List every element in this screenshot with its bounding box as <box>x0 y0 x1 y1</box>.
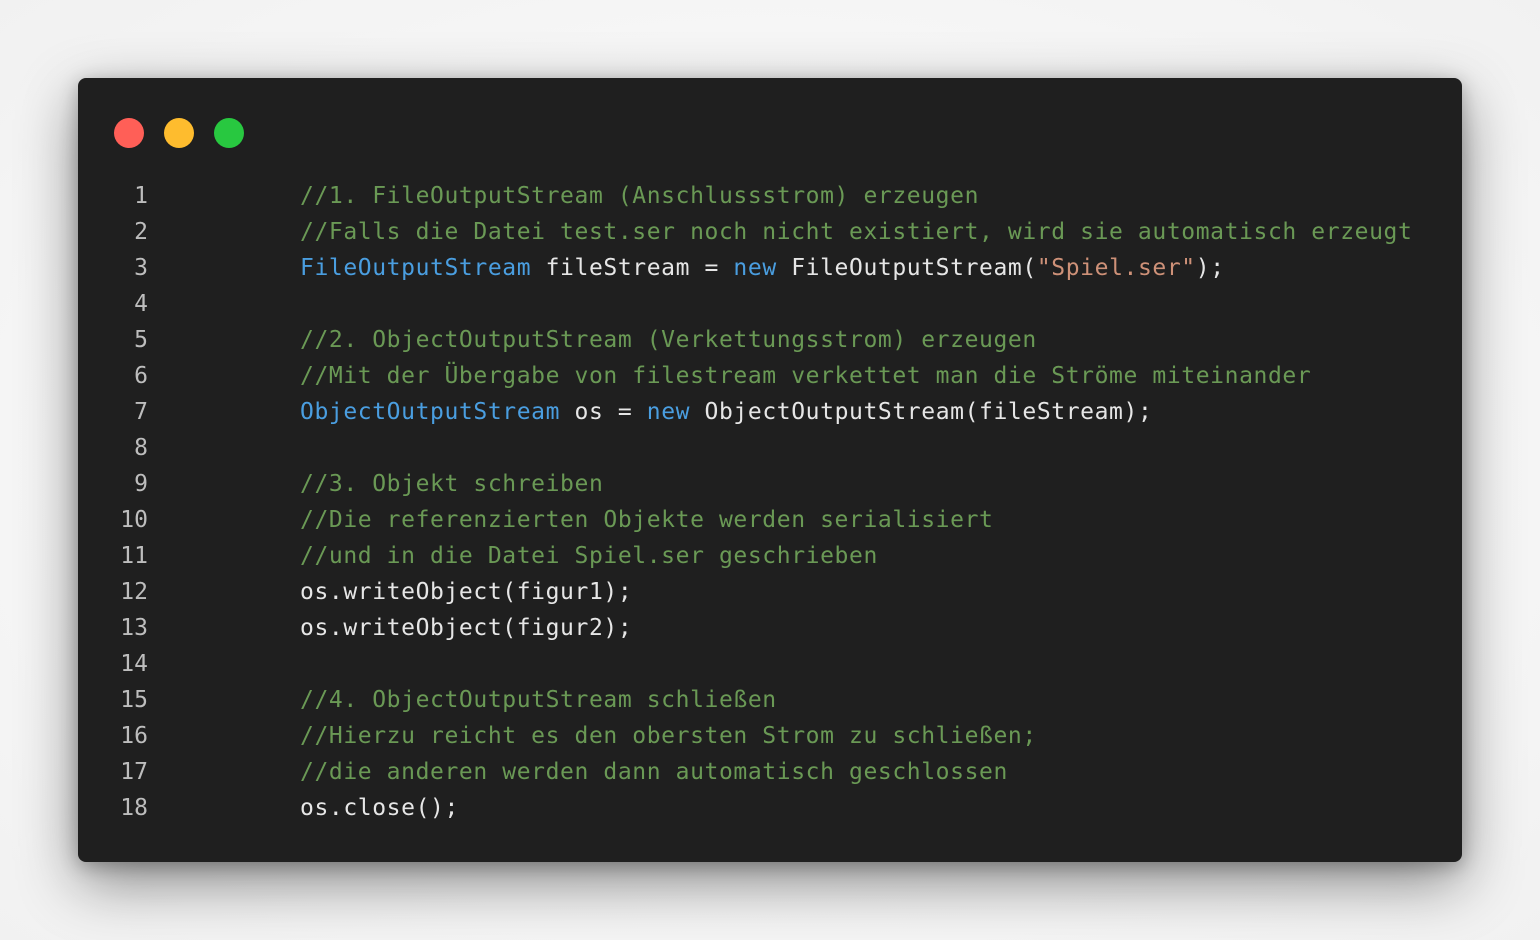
code-line: 16 //Hierzu reicht es den obersten Strom … <box>78 718 1462 754</box>
code-text: //2. ObjectOutputStream (Verkettungsstro… <box>300 322 1037 358</box>
line-number: 7 <box>134 399 148 425</box>
code-text: os.writeObject(figur2); <box>300 610 632 646</box>
line-number: 18 <box>120 795 148 821</box>
line-number: 9 <box>134 471 148 497</box>
code-line: 12 os.writeObject(figur1); <box>78 574 1462 610</box>
code-line: 8 <box>78 430 1462 466</box>
code-text: //1. FileOutputStream (Anschlussstrom) e… <box>300 178 979 214</box>
code-text: os.close(); <box>300 790 459 826</box>
code-line: 2 //Falls die Datei test.ser noch nicht e… <box>78 214 1462 250</box>
code-token-comment: //die anderen werden dann automatisch ge… <box>300 759 1008 785</box>
line-number: 15 <box>120 687 148 713</box>
code-line: 10 //Die referenzierten Objekte werden se… <box>78 502 1462 538</box>
code-token-keyword: new <box>733 255 777 281</box>
code-text: FileOutputStream fileStream = new FileOu… <box>300 250 1225 286</box>
code-token-plain: os = <box>560 399 647 425</box>
code-line: 17 //die anderen werden dann automatisch … <box>78 754 1462 790</box>
code-token-plain: os.writeObject(figur2); <box>300 615 633 641</box>
code-token-string: "Spiel.ser" <box>1036 255 1196 281</box>
code-text: //Falls die Datei test.ser noch nicht ex… <box>300 214 1412 250</box>
line-number: 3 <box>134 255 148 281</box>
code-token-keyword: new <box>646 399 691 425</box>
line-number: 11 <box>120 543 148 569</box>
line-number: 8 <box>134 435 148 461</box>
code-text: //Die referenzierten Objekte werden seri… <box>300 502 993 538</box>
code-line: 11 //und in die Datei Spiel.ser geschrieb… <box>78 538 1462 574</box>
code-token-comment: //2. ObjectOutputStream (Verkettungsstro… <box>300 327 1037 353</box>
line-number: 12 <box>120 579 148 605</box>
line-number: 2 <box>134 219 148 245</box>
code-line: 1 //1. FileOutputStream (Anschlussstrom) … <box>78 178 1462 214</box>
code-token-type: ObjectOutputStream <box>300 399 561 425</box>
code-text: //Hierzu reicht es den obersten Strom zu… <box>300 718 1037 754</box>
code-line: 5 //2. ObjectOutputStream (Verkettungsstr… <box>78 322 1462 358</box>
window-controls <box>114 118 244 148</box>
line-number: 6 <box>134 363 148 389</box>
code-token-plain: ); <box>1195 255 1225 281</box>
code-window: 1 //1. FileOutputStream (Anschlussstrom) … <box>78 78 1462 862</box>
code-token-comment: //4. ObjectOutputStream schließen <box>300 687 777 713</box>
code-line: 15 //4. ObjectOutputStream schließen <box>78 682 1462 718</box>
code-text: os.writeObject(figur1); <box>300 574 632 610</box>
code-token-comment: //Die referenzierten Objekte werden seri… <box>300 507 994 533</box>
code-token-plain: os.close(); <box>300 795 459 821</box>
minimize-button[interactable] <box>164 118 194 148</box>
code-token-comment: //3. Objekt schreiben <box>300 471 604 497</box>
code-token-plain: ObjectOutputStream(fileStream); <box>690 399 1153 425</box>
code-text: //die anderen werden dann automatisch ge… <box>300 754 1008 790</box>
code-text: //Mit der Übergabe von filestream verket… <box>300 358 1311 394</box>
code-editor[interactable]: 1 //1. FileOutputStream (Anschlussstrom) … <box>78 178 1462 826</box>
code-token-comment: //1. FileOutputStream (Anschlussstrom) e… <box>300 183 980 209</box>
code-token-plain: fileStream = <box>531 255 734 281</box>
code-line: 13 os.writeObject(figur2); <box>78 610 1462 646</box>
maximize-button[interactable] <box>214 118 244 148</box>
code-line: 14 <box>78 646 1462 682</box>
code-token-comment: //Mit der Übergabe von filestream verket… <box>300 363 1312 389</box>
line-number: 17 <box>120 759 148 785</box>
code-line: 18 os.close(); <box>78 790 1462 826</box>
line-number: 16 <box>120 723 148 749</box>
code-token-comment: //Hierzu reicht es den obersten Strom zu… <box>300 723 1037 749</box>
code-text: ObjectOutputStream os = new ObjectOutput… <box>300 394 1152 430</box>
line-number: 13 <box>120 615 148 641</box>
code-line: 9 //3. Objekt schreiben <box>78 466 1462 502</box>
code-text: //4. ObjectOutputStream schließen <box>300 682 777 718</box>
code-token-plain: FileOutputStream( <box>776 255 1037 281</box>
code-text: //und in die Datei Spiel.ser geschrieben <box>300 538 878 574</box>
code-line: 6 //Mit der Übergabe von filestream verke… <box>78 358 1462 394</box>
code-token-type: FileOutputStream <box>300 255 532 281</box>
code-text: //3. Objekt schreiben <box>300 466 603 502</box>
code-token-comment: //und in die Datei Spiel.ser geschrieben <box>300 543 878 569</box>
code-token-comment: //Falls die Datei test.ser noch nicht ex… <box>300 219 1413 245</box>
code-line: 7 ObjectOutputStream os = new ObjectOutpu… <box>78 394 1462 430</box>
line-number: 5 <box>134 327 148 353</box>
close-button[interactable] <box>114 118 144 148</box>
line-number: 1 <box>134 183 148 209</box>
code-line: 3 FileOutputStream fileStream = new FileO… <box>78 250 1462 286</box>
code-line: 4 <box>78 286 1462 322</box>
line-number: 14 <box>120 651 148 677</box>
line-number: 4 <box>134 291 148 317</box>
code-token-plain: os.writeObject(figur1); <box>300 579 633 605</box>
line-number: 10 <box>120 507 148 533</box>
